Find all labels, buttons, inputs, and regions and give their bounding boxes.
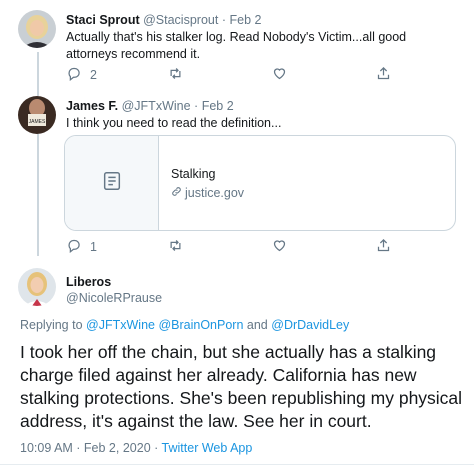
card-thumbnail	[65, 136, 159, 230]
retweet-button[interactable]	[168, 238, 183, 256]
display-name[interactable]: Staci Sprout	[66, 13, 140, 27]
link-icon	[171, 186, 185, 200]
card-info: Stalking justice.gov	[159, 136, 256, 230]
display-name[interactable]: James F.	[66, 99, 118, 113]
avatar[interactable]	[18, 268, 56, 306]
reply-and: and	[246, 318, 268, 332]
share-button[interactable]	[376, 238, 391, 256]
retweet-button[interactable]	[168, 66, 183, 84]
reply-handle-link[interactable]: @JFTxWine	[86, 318, 155, 332]
tweet-date[interactable]: Feb 2	[229, 13, 261, 27]
user-handle[interactable]: @Stacisprout	[143, 13, 218, 27]
article-icon	[101, 170, 123, 197]
reply-icon	[66, 66, 81, 84]
replying-to: Replying to @JFTxWine @BrainOnPorn and @…	[20, 318, 349, 332]
avatar[interactable]	[18, 10, 56, 48]
tweet-source[interactable]: Twitter Web App	[162, 441, 253, 455]
reply-button[interactable]: 2	[66, 66, 97, 84]
share-button[interactable]	[376, 66, 391, 84]
share-icon	[376, 238, 391, 256]
tweet-actions: 1	[66, 238, 406, 258]
dot-separator: ·	[221, 13, 226, 27]
tweet-date[interactable]: Feb 2	[202, 99, 234, 113]
user-handle[interactable]: @NicoleRPrause	[66, 291, 162, 305]
tweet-footer: 10:09 AM · Feb 2, 2020 · Twitter Web App	[20, 441, 252, 455]
tweet-header: Staci Sprout @Stacisprout · Feb 2	[66, 13, 261, 27]
dot-separator: ·	[194, 99, 199, 113]
like-button[interactable]	[272, 238, 287, 256]
tweet-header: James F. @JFTxWine · Feb 2	[66, 99, 234, 113]
replying-prefix: Replying to	[20, 318, 83, 332]
reply-button[interactable]: 1	[66, 238, 97, 256]
card-domain: justice.gov	[185, 185, 245, 200]
card-title: Stalking	[171, 166, 216, 181]
card-domain-row: justice.gov	[171, 186, 244, 200]
thread-connector	[37, 134, 39, 256]
divider	[0, 464, 474, 465]
dot-separator: ·	[154, 441, 159, 455]
tweet-text: Actually that's his stalker log. Read No…	[66, 30, 407, 61]
reply-handle-link[interactable]: @DrDavidLey	[271, 318, 349, 332]
share-icon	[376, 66, 391, 84]
reply-icon	[66, 238, 81, 256]
like-button[interactable]	[272, 66, 287, 84]
tweet-text: I think you need to read the definition.…	[66, 116, 282, 130]
retweet-icon	[168, 238, 183, 256]
like-icon	[272, 66, 287, 84]
user-handle[interactable]: @JFTxWine	[122, 99, 191, 113]
display-name[interactable]: Liberos	[66, 275, 111, 289]
reply-count: 2	[90, 68, 97, 82]
tweet-timestamp[interactable]: 10:09 AM · Feb 2, 2020	[20, 441, 151, 455]
thread-connector	[37, 52, 39, 96]
tweet-actions: 2	[66, 66, 406, 86]
like-icon	[272, 238, 287, 256]
reply-handle-link[interactable]: @BrainOnPorn	[158, 318, 243, 332]
reply-count: 1	[90, 240, 97, 254]
main-tweet-text: I took her off the chain, but she actual…	[20, 342, 463, 431]
avatar[interactable]: JAMES	[18, 96, 56, 134]
link-card[interactable]: Stalking justice.gov	[64, 135, 456, 231]
retweet-icon	[168, 66, 183, 84]
svg-text:JAMES: JAMES	[29, 119, 46, 125]
